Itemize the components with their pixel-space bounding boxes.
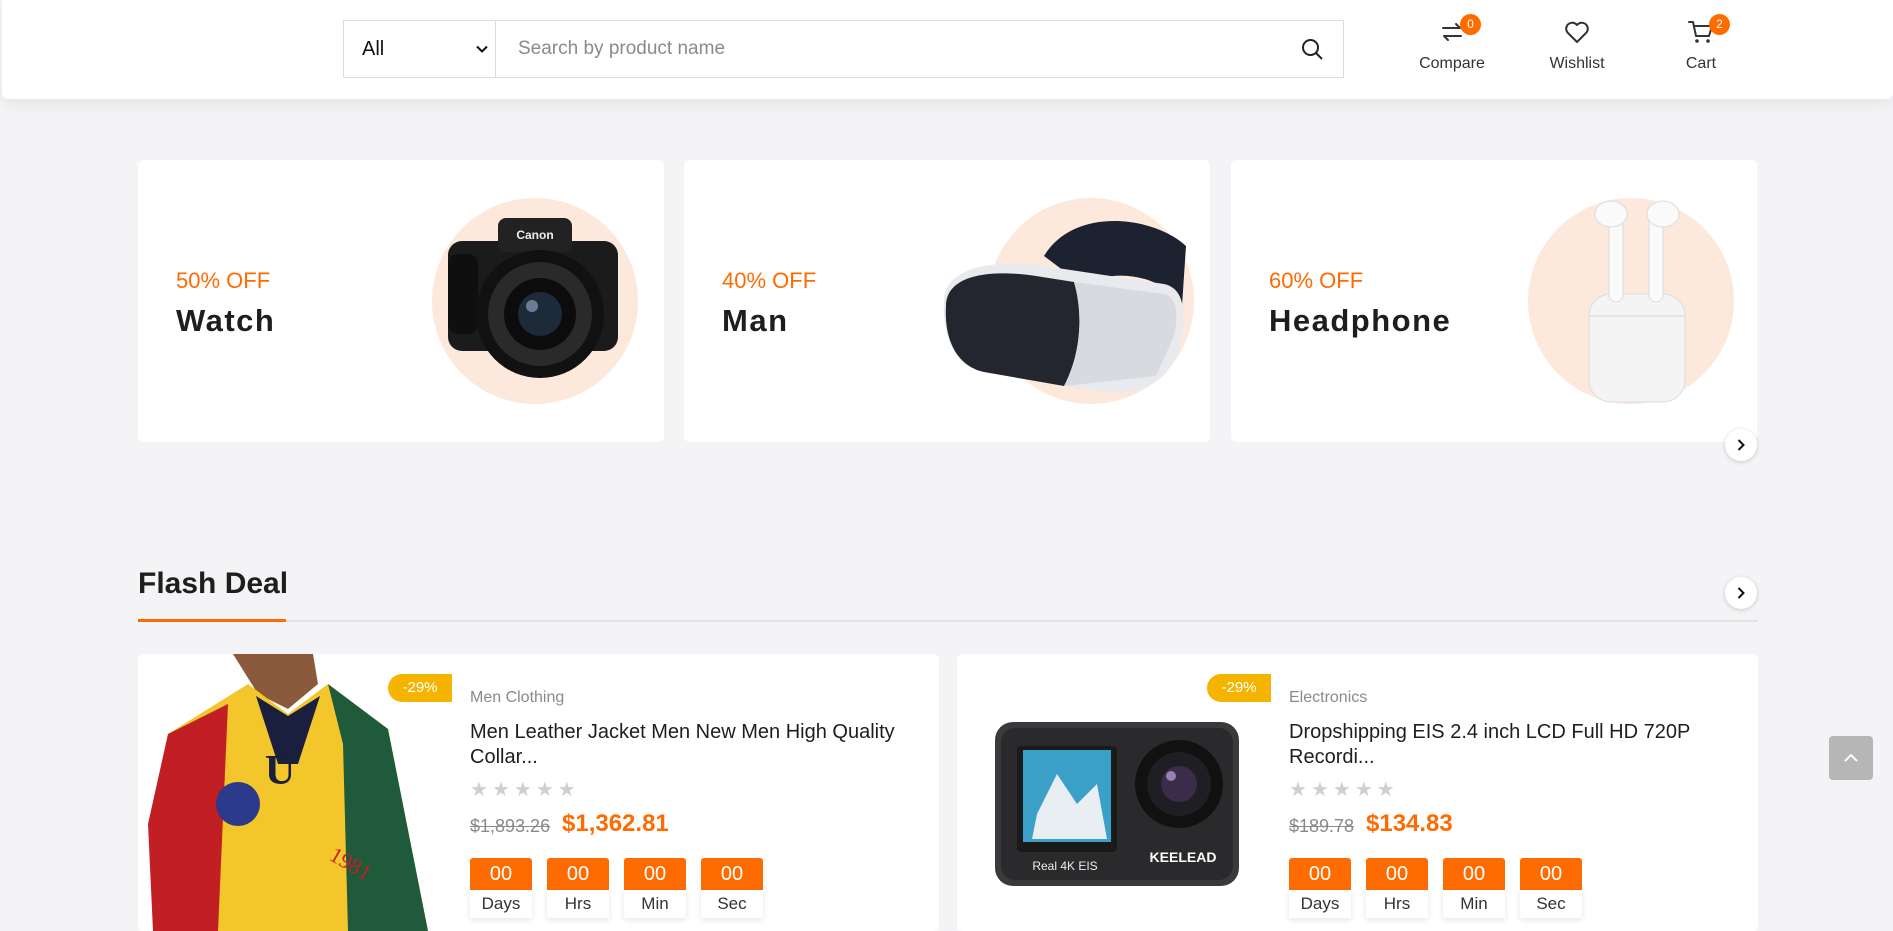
current-price: $134.83 [1366, 810, 1453, 837]
product-rating: ★ ★ ★ ★ ★ [1289, 780, 1395, 800]
timer-seconds: 00 Sec [1520, 858, 1582, 918]
flash-deal-card[interactable]: Real 4K EIS KEELEAD -29% Electronics Dro… [957, 654, 1758, 931]
category-select[interactable]: All [344, 21, 496, 77]
countdown-timer: 00 Days 00 Hrs 00 Min 00 Sec [1289, 858, 1582, 918]
search-button[interactable] [1281, 21, 1343, 77]
back-to-top-button[interactable] [1829, 736, 1873, 780]
timer-value: 00 [1520, 858, 1582, 890]
old-price: $1,893.26 [470, 816, 551, 836]
timer-label: Hrs [1366, 890, 1428, 918]
timer-label: Sec [1520, 890, 1582, 918]
timer-label: Sec [701, 890, 763, 918]
timer-value: 00 [624, 858, 686, 890]
flash-deal-card[interactable]: U 1981 -29% Men Clothing Men Leather Jac… [138, 654, 939, 931]
timer-value: 00 [701, 858, 763, 890]
section-divider [138, 620, 1758, 622]
svg-text:Canon: Canon [516, 228, 553, 242]
timer-label: Hrs [547, 890, 609, 918]
old-price: $189.78 [1289, 816, 1355, 836]
timer-label: Days [1289, 890, 1351, 918]
svg-text:Real 4K EIS: Real 4K EIS [1032, 859, 1097, 873]
timer-seconds: 00 Sec [701, 858, 763, 918]
star-icon: ★ [1332, 779, 1351, 801]
banner-title: Watch [176, 303, 276, 338]
vr-headset-image [943, 221, 1186, 393]
section-title-underline [138, 619, 286, 622]
section-title: Flash Deal [138, 567, 289, 600]
promo-banner-headphone[interactable]: 60% OFF Headphone [1231, 160, 1757, 442]
wishlist-label: Wishlist [1549, 55, 1605, 72]
timer-label: Min [1443, 890, 1505, 918]
product-category: Electronics [1289, 689, 1368, 706]
banner-next-button[interactable] [1725, 429, 1757, 461]
timer-value: 00 [1366, 858, 1428, 890]
camera-image: Canon [448, 218, 618, 378]
chevron-up-icon [1844, 753, 1858, 762]
star-icon: ★ [513, 779, 532, 801]
chevron-down-icon [476, 45, 488, 53]
banner-discount: 60% OFF [1269, 268, 1364, 293]
cart-count-badge: 2 [1709, 14, 1730, 35]
timer-days: 00 Days [470, 858, 532, 918]
product-rating: ★ ★ ★ ★ ★ [470, 780, 576, 800]
discount-badge: -29% [1207, 674, 1271, 702]
current-price: $1,362.81 [562, 810, 669, 837]
search-input[interactable] [496, 21, 1281, 77]
promo-banner-watch[interactable]: 50% OFF Watch Canon [138, 160, 664, 442]
timer-label: Min [624, 890, 686, 918]
banner-discount: 50% OFF [176, 268, 271, 293]
banner-title: Headphone [1269, 303, 1452, 338]
earbuds-image [1588, 200, 1686, 403]
timer-value: 00 [1443, 858, 1505, 890]
compare-count-badge: 0 [1460, 14, 1481, 35]
banner-title: Man [722, 303, 789, 338]
timer-value: 00 [1289, 858, 1351, 890]
svg-text:U: U [265, 748, 295, 794]
timer-value: 00 [547, 858, 609, 890]
compare-button[interactable]: 0 Compare [1407, 14, 1497, 73]
discount-badge: -29% [388, 674, 452, 702]
compare-label: Compare [1419, 55, 1485, 72]
star-icon: ★ [1354, 779, 1373, 801]
svg-text:KEELEAD: KEELEAD [1150, 849, 1217, 865]
star-icon: ★ [1376, 779, 1395, 801]
timer-hours: 00 Hrs [547, 858, 609, 918]
heart-icon [1565, 21, 1589, 43]
product-category: Men Clothing [470, 689, 565, 706]
timer-hours: 00 Hrs [1366, 858, 1428, 918]
banner-discount: 40% OFF [722, 268, 817, 293]
chevron-right-icon [1737, 439, 1745, 451]
star-icon: ★ [491, 779, 510, 801]
star-icon: ★ [1310, 779, 1329, 801]
product-name[interactable]: Dropshipping EIS 2.4 inch LCD Full HD 72… [1289, 720, 1739, 770]
site-header: All 0 Compare Wishlist 2 Cart [2, 0, 1893, 99]
cart-button[interactable]: 2 Cart [1656, 14, 1746, 73]
search-bar: All [343, 20, 1344, 78]
flash-deal-next-button[interactable] [1725, 577, 1757, 609]
search-icon [1302, 39, 1323, 60]
star-icon: ★ [535, 779, 554, 801]
chevron-right-icon [1737, 587, 1745, 599]
star-icon: ★ [557, 779, 576, 801]
timer-minutes: 00 Min [624, 858, 686, 918]
star-icon: ★ [470, 779, 488, 801]
timer-minutes: 00 Min [1443, 858, 1505, 918]
promo-banner-man[interactable]: 40% OFF Man [684, 160, 1210, 442]
product-name[interactable]: Men Leather Jacket Men New Men High Qual… [470, 720, 920, 770]
countdown-timer: 00 Days 00 Hrs 00 Min 00 Sec [470, 858, 763, 918]
timer-days: 00 Days [1289, 858, 1351, 918]
timer-value: 00 [470, 858, 532, 890]
star-icon: ★ [1289, 779, 1307, 801]
category-select-value: All [362, 37, 385, 60]
wishlist-button[interactable]: Wishlist [1532, 18, 1622, 73]
cart-label: Cart [1685, 55, 1717, 72]
timer-label: Days [470, 890, 532, 918]
